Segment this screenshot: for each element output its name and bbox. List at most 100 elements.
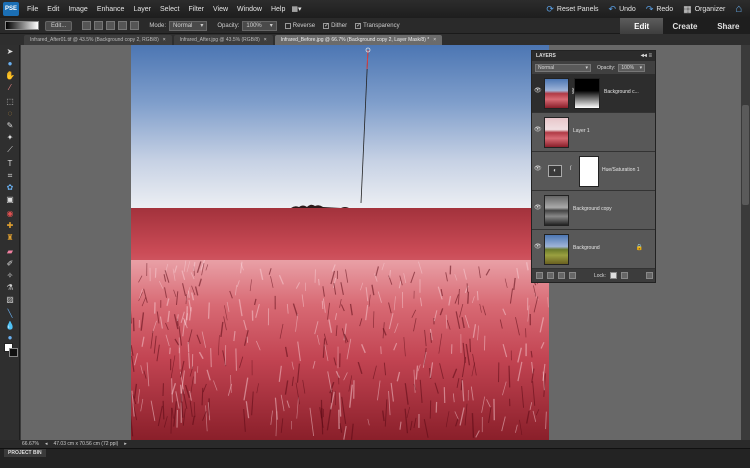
layer-row[interactable]: 👁 ◐ ſ Hue/Saturation 1 — [532, 152, 655, 191]
mode-select[interactable]: Normal — [169, 20, 208, 31]
zoom-tool-icon[interactable]: ● — [4, 59, 16, 69]
marquee-tool-icon[interactable]: ⬚ — [4, 97, 16, 107]
transparency-checkbox-box: ✓ — [355, 22, 362, 29]
organizer-button[interactable]: ▦ Organizer — [683, 4, 725, 15]
tab-create[interactable]: Create — [663, 18, 706, 35]
clone-stamp-tool-icon[interactable]: ♜ — [4, 233, 16, 243]
reset-panels-label: Reset Panels — [556, 5, 599, 13]
vertical-scrollbar[interactable] — [741, 45, 750, 440]
adjustment-layer-button-icon[interactable] — [558, 272, 565, 279]
redo-label: Redo — [656, 5, 674, 13]
menu-image[interactable]: Image — [68, 6, 87, 13]
menu-help[interactable]: Help — [271, 6, 285, 13]
reflected-gradient-button[interactable] — [118, 21, 128, 30]
hand-tool-icon[interactable]: ✋ — [4, 71, 16, 81]
lasso-tool-icon[interactable]: ◌ — [4, 109, 16, 119]
move-tool-icon[interactable]: ➤ — [4, 47, 16, 57]
eyedropper-tool-icon[interactable]: ⁄ — [4, 83, 16, 93]
eye-icon[interactable]: 👁 — [534, 127, 542, 134]
blur-tool-icon[interactable]: 💧 — [4, 321, 16, 331]
diamond-gradient-button[interactable] — [130, 21, 140, 30]
status-expand-icon[interactable]: ▸ — [124, 441, 127, 447]
quick-selection-tool-icon[interactable]: ✎ — [4, 121, 16, 131]
layer-thumbnail — [544, 234, 569, 265]
gradient-tool-icon[interactable]: ▨ — [4, 295, 16, 305]
doc-tab-1[interactable]: Infrared_After01.tif @ 43.5% (Background… — [24, 35, 172, 45]
gradient-swatch[interactable] — [5, 21, 39, 30]
eye-icon[interactable]: 👁 — [534, 205, 542, 212]
opacity-field[interactable]: 100% — [242, 20, 277, 31]
radial-gradient-button[interactable] — [94, 21, 104, 30]
close-icon[interactable]: × — [163, 35, 166, 45]
paint-bucket-tool-icon[interactable]: ⚗ — [4, 283, 16, 293]
new-layer-icon[interactable] — [536, 272, 543, 279]
tab-edit[interactable]: Edit — [620, 18, 664, 35]
red-eye-tool-icon[interactable]: ◉ — [4, 209, 16, 219]
doc-tab-3[interactable]: Infrared_Before.jpg @ 66.7% (Background … — [274, 35, 443, 45]
menu-edit[interactable]: Edit — [47, 6, 59, 13]
background-color-swatch[interactable] — [9, 348, 18, 357]
undo-label: Undo — [619, 5, 636, 13]
scrollbar-thumb[interactable] — [742, 105, 749, 205]
layer-row[interactable]: 👁 Layer 1 — [532, 113, 655, 152]
linear-gradient-button[interactable] — [82, 21, 92, 30]
workspace-icon[interactable]: ▦▾ — [291, 5, 301, 13]
panel-menu-icon[interactable]: ◂◂ ≡ — [641, 51, 652, 61]
close-icon[interactable]: × — [433, 35, 436, 45]
home-icon[interactable]: ⌂ — [735, 3, 742, 15]
layer-mask-button-icon[interactable] — [569, 272, 576, 279]
eye-icon[interactable]: 👁 — [534, 244, 542, 251]
smart-brush-tool-icon[interactable]: ✧ — [4, 271, 16, 281]
blend-mode-select[interactable]: Normal — [535, 63, 591, 72]
eraser-tool-icon[interactable]: ▰ — [4, 247, 16, 257]
menu-enhance[interactable]: Enhance — [97, 6, 125, 13]
recompose-tool-icon[interactable]: ▣ — [4, 195, 16, 205]
lock-label: Lock: — [594, 272, 606, 279]
transparency-checkbox[interactable]: ✓ Transparency — [355, 22, 400, 29]
layer-thumbnail — [544, 117, 569, 148]
redo-button[interactable]: ↷ Redo — [646, 4, 673, 15]
document-image[interactable] — [131, 45, 549, 440]
layer-row[interactable]: 👁 Background 🔒 — [532, 230, 655, 269]
layer-row[interactable]: 👁 Background copy — [532, 191, 655, 230]
tab-share[interactable]: Share — [707, 18, 750, 35]
menu-window[interactable]: Window — [237, 6, 262, 13]
eye-icon[interactable]: 👁 — [534, 88, 542, 95]
close-icon[interactable]: × — [264, 35, 267, 45]
menu-filter[interactable]: Filter — [188, 6, 204, 13]
crop-tool-icon[interactable]: ⌗ — [4, 171, 16, 181]
lock-transparency-icon[interactable] — [609, 272, 617, 279]
shape-tool-icon[interactable]: ╲ — [4, 309, 16, 319]
lock-all-icon[interactable] — [620, 272, 628, 279]
layer-opacity-field[interactable]: 100% — [618, 63, 646, 72]
healing-brush-tool-icon[interactable]: ✚ — [4, 221, 16, 231]
straighten-tool-icon[interactable]: ⟋ — [4, 145, 16, 155]
trash-icon[interactable] — [645, 272, 653, 279]
doc-tab-2[interactable]: Infrared_After.jpg @ 43.5% (RGB/8) × — [173, 35, 273, 45]
reset-panels-button[interactable]: ⟳ Reset Panels — [546, 4, 598, 15]
undo-button[interactable]: ↶ Undo — [609, 4, 636, 15]
cookie-cutter-tool-icon[interactable]: ✿ — [4, 183, 16, 193]
layer-mask-thumbnail — [579, 156, 599, 187]
menu-layer[interactable]: Layer — [133, 6, 151, 13]
eye-icon[interactable]: 👁 — [534, 166, 542, 173]
dither-checkbox[interactable]: ✓ Dither — [323, 22, 347, 29]
menu-select[interactable]: Select — [160, 6, 179, 13]
layer-row[interactable]: 👁 ⛓ Background c... — [532, 74, 655, 113]
lock-icon: 🔒 — [635, 245, 643, 251]
menu-view[interactable]: View — [213, 6, 228, 13]
reverse-checkbox[interactable]: Reverse — [284, 22, 315, 29]
layer-opacity-label: Opacity: — [597, 64, 616, 71]
menu-file[interactable]: File — [27, 6, 38, 13]
new-group-icon[interactable] — [547, 272, 554, 279]
type-tool-icon[interactable]: T — [4, 159, 16, 169]
sponge-tool-icon[interactable]: ● — [4, 333, 16, 343]
layer-thumbnail — [544, 195, 569, 226]
project-bin-toggle[interactable]: PROJECT BIN — [4, 449, 46, 457]
angle-gradient-button[interactable] — [106, 21, 116, 30]
brush-tool-icon[interactable]: ✐ — [4, 259, 16, 269]
gradient-edit-button[interactable]: Edit... — [45, 20, 73, 31]
zoom-level[interactable]: 66.67% — [22, 441, 39, 447]
magic-wand-tool-icon[interactable]: ✦ — [4, 133, 16, 143]
status-menu-icon[interactable]: ◂ — [45, 441, 48, 447]
